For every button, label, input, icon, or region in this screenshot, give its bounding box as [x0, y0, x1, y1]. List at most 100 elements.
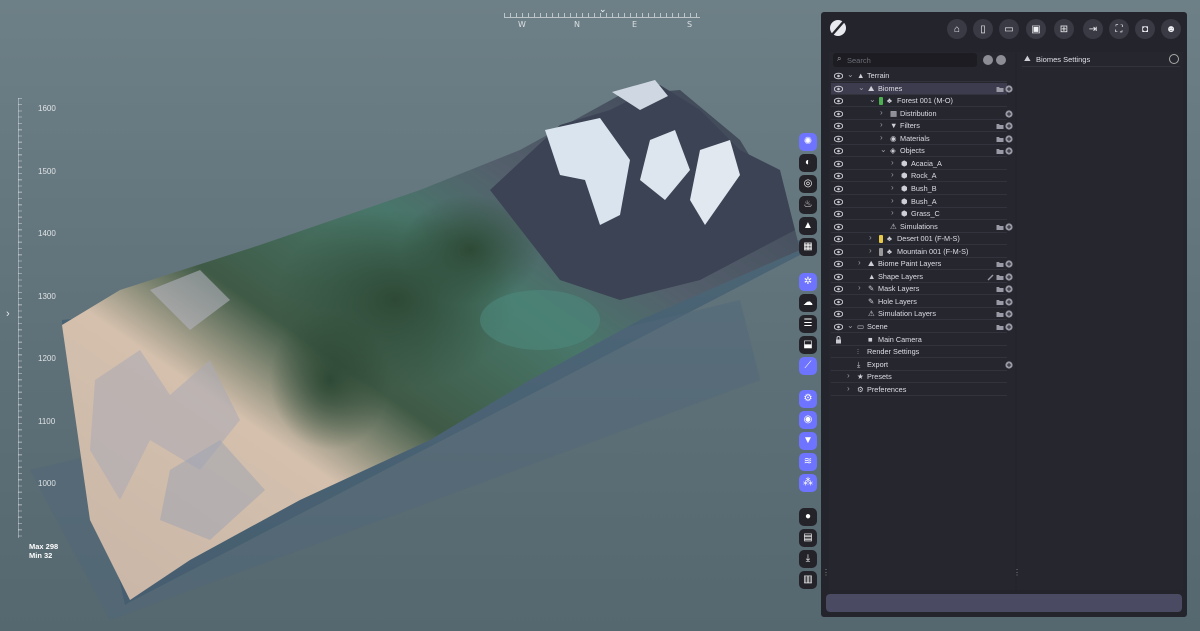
tree-row-shape-layers[interactable]: ▲ Shape Layers	[831, 271, 1013, 283]
save-button[interactable]: ▣	[1026, 19, 1046, 39]
tree-row-objects[interactable]: ⌄ ◈ Objects	[831, 145, 1013, 158]
stats-tool-button[interactable]: ▥	[799, 571, 817, 589]
visibility-eye-icon[interactable]	[833, 185, 844, 193]
tree-row-materials[interactable]: › ◉ Materials	[831, 133, 1013, 145]
folder-icon[interactable]	[996, 273, 1004, 281]
chevron-down-icon[interactable]: ⌄	[847, 321, 854, 330]
visibility-eye-icon[interactable]	[833, 97, 844, 105]
visibility-eye-icon[interactable]	[833, 122, 844, 130]
tree-row-hole-layers[interactable]: ✎ Hole Layers	[831, 296, 1013, 308]
add-icon[interactable]	[1005, 298, 1013, 306]
chevron-right-icon[interactable]: ›	[858, 283, 861, 292]
chevron-right-icon[interactable]: ›	[891, 158, 894, 167]
chevron-right-icon[interactable]: ›	[891, 196, 894, 205]
terrain-tool-button[interactable]: ▲	[799, 217, 817, 235]
chevron-down-icon[interactable]: ⌄	[847, 70, 854, 79]
add-icon[interactable]	[1005, 122, 1013, 130]
visibility-eye-icon[interactable]	[833, 85, 844, 93]
tree-row-biomes[interactable]: ⌄ ⛰ Biomes	[831, 82, 1013, 95]
add-icon[interactable]	[1005, 273, 1013, 281]
add-icon[interactable]	[1005, 361, 1013, 369]
tree-row-bush-b[interactable]: › ⬢ Bush_B	[831, 183, 1007, 195]
folder-icon[interactable]	[996, 147, 1004, 155]
visibility-eye-icon[interactable]	[833, 260, 844, 268]
tree-row-bush-a[interactable]: › ⬢ Bush_A	[831, 196, 1007, 208]
save-as-button[interactable]: ⊞	[1054, 19, 1074, 39]
folder-image-tool-button[interactable]: ▤	[799, 529, 817, 547]
fullscreen-button[interactable]: ⛶	[1109, 19, 1129, 39]
chevron-right-icon[interactable]: ›	[880, 133, 883, 142]
search-box[interactable]: ⌕	[833, 53, 977, 67]
filter-tool-button[interactable]: ▼	[799, 432, 817, 450]
export-button[interactable]: ⇥	[1083, 19, 1103, 39]
chevron-down-icon[interactable]: ⌄	[858, 83, 865, 92]
chevron-right-icon[interactable]: ›	[891, 183, 894, 192]
tree-row-simulation-layers[interactable]: ⚠ Simulation Layers	[831, 308, 1013, 321]
tree-row-mask-layers[interactable]: › ✎ Mask Layers	[831, 283, 1013, 296]
brush-icon[interactable]	[987, 273, 995, 281]
add-icon[interactable]	[1005, 135, 1013, 143]
visibility-eye-icon[interactable]	[833, 72, 844, 80]
folder-icon[interactable]	[996, 285, 1004, 293]
tree-row-terrain[interactable]: ⌄ ▲ Terrain	[831, 70, 1007, 82]
cluster-tool-button[interactable]: ⁂	[799, 474, 817, 492]
add-icon[interactable]	[1005, 323, 1013, 331]
terrain-render[interactable]	[0, 0, 820, 631]
chevron-right-icon[interactable]: ›	[847, 384, 850, 393]
add-icon[interactable]	[1005, 222, 1013, 231]
tree-row-render-settings[interactable]: ⫶ Render Settings	[831, 346, 1007, 359]
chevron-right-icon[interactable]: ›	[880, 120, 883, 129]
visibility-eye-icon[interactable]	[833, 147, 844, 155]
chevron-right-icon[interactable]: ›	[891, 170, 894, 179]
layers-stack-tool-button[interactable]: ≋	[799, 453, 817, 471]
tree-row-simulations[interactable]: ⚠ Simulations	[831, 221, 1013, 233]
visibility-eye-icon[interactable]	[833, 160, 844, 168]
visibility-eye-icon[interactable]	[833, 198, 844, 206]
visibility-eye-icon[interactable]	[833, 298, 844, 306]
tree-row-presets[interactable]: › ★ Presets	[831, 371, 1007, 384]
sculpt-tool-button[interactable]: ✺	[799, 133, 817, 151]
texture-tool-button[interactable]: ◎	[799, 175, 817, 193]
compass-strip[interactable]: ⌄ W N E S	[504, 4, 700, 30]
settings-gear-icon[interactable]	[1169, 54, 1179, 64]
visibility-eye-icon[interactable]	[833, 248, 844, 256]
folder-icon[interactable]	[996, 298, 1004, 306]
visibility-eye-icon[interactable]	[833, 210, 844, 218]
chevron-right-icon[interactable]: ›	[858, 258, 861, 267]
chevron-right-icon[interactable]: ›	[880, 108, 883, 117]
erosion-tool-button[interactable]: ♨	[799, 196, 817, 214]
tree-row-export[interactable]: ⤓ Export	[831, 359, 1013, 371]
stack-tool-button[interactable]: ☰	[799, 315, 817, 333]
tree-row-biome-paint-layers[interactable]: › ⛰ Biome Paint Layers	[831, 258, 1013, 271]
disc-tool-button[interactable]: ●	[799, 508, 817, 526]
lock-icon[interactable]	[834, 335, 843, 344]
home-button[interactable]: ⌂	[947, 19, 967, 39]
tree-row-main-camera[interactable]: ■ Main Camera	[831, 334, 1007, 346]
camera-button[interactable]: ◘	[1135, 19, 1155, 39]
add-icon[interactable]	[1005, 147, 1013, 155]
add-icon[interactable]	[1005, 310, 1013, 319]
chevron-down-icon[interactable]: ⌄	[880, 145, 887, 154]
panel-resize-handle[interactable]: ⋮	[822, 568, 830, 577]
folder-icon[interactable]	[996, 85, 1004, 93]
visibility-eye-icon[interactable]	[833, 323, 844, 331]
visibility-eye-icon[interactable]	[833, 172, 844, 180]
3d-viewport[interactable]: ⌄ W N E S 1600 1500 1400 1300 1200 1100 …	[0, 0, 820, 631]
tree-row-acacia-a[interactable]: › ⬢ Acacia_A	[831, 158, 1007, 170]
chevron-right-icon[interactable]: ›	[891, 208, 894, 217]
visibility-tool-button[interactable]: ◉	[799, 411, 817, 429]
folder-icon[interactable]	[996, 122, 1004, 130]
tree-row-forest-001-m-o[interactable]: ⌄ ♣ Forest 001 (M-O)	[831, 95, 1007, 108]
chevron-right-icon[interactable]: ›	[869, 233, 872, 242]
visibility-eye-icon[interactable]	[833, 310, 844, 318]
tree-row-filters[interactable]: › ▼ Filters	[831, 120, 1013, 133]
chevron-right-icon[interactable]: ›	[847, 371, 850, 380]
visibility-eye-icon[interactable]	[833, 285, 844, 293]
new-file-button[interactable]: ▯	[973, 19, 993, 39]
folder-icon[interactable]	[996, 135, 1004, 143]
layers-tool-button[interactable]: ◐	[799, 154, 817, 172]
chevron-down-icon[interactable]: ⌄	[869, 95, 876, 104]
add-icon[interactable]	[1005, 110, 1013, 118]
visibility-eye-icon[interactable]	[833, 135, 844, 143]
search-input[interactable]	[847, 54, 967, 66]
